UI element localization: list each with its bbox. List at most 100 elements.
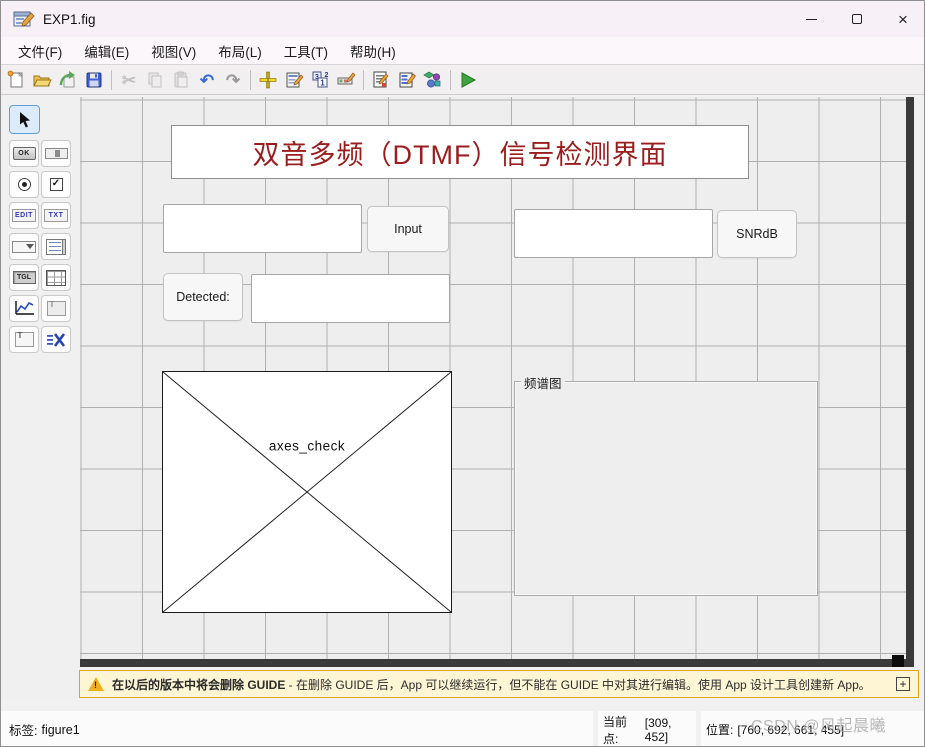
menu-layout[interactable]: 布局(L): [207, 37, 273, 65]
status-position-value: [760, 692, 661, 455]: [737, 723, 844, 737]
run-button[interactable]: [455, 68, 481, 92]
palette-check-box[interactable]: ✓: [41, 171, 71, 198]
redo-button: ↷: [220, 68, 246, 92]
status-tag-label: 标签:: [9, 720, 37, 739]
input-button[interactable]: Input: [367, 206, 449, 252]
toolbar-separator: [250, 70, 251, 90]
cursor-arrow-icon: [18, 111, 32, 128]
open-figure-button[interactable]: [29, 68, 55, 92]
property-inspector-icon: [397, 70, 417, 90]
redo-icon: ↷: [226, 72, 240, 89]
snrdb-button[interactable]: SNRdB: [717, 210, 797, 258]
menu-tools[interactable]: 工具(T): [273, 37, 339, 65]
detected-label[interactable]: Detected:: [163, 273, 243, 321]
close-button[interactable]: ×: [880, 1, 925, 37]
editor-button[interactable]: [368, 68, 394, 92]
palette-edit-text[interactable]: EDIT: [9, 202, 39, 229]
status-position-field: 位置: [760, 692, 661, 455]: [701, 711, 925, 747]
maximize-icon: [852, 14, 862, 24]
button-group-icon: T: [15, 332, 34, 347]
status-tag-field: 标签: figure1: [1, 711, 593, 747]
object-browser-icon: [423, 70, 443, 90]
close-icon: ×: [898, 11, 908, 28]
palette-push-button[interactable]: OK: [9, 140, 39, 167]
minimize-icon: [806, 19, 817, 20]
status-tag-value: figure1: [41, 723, 79, 737]
fig-file-icon: [13, 9, 35, 29]
align-objects-button[interactable]: [255, 68, 281, 92]
toolbar-editor-icon: [336, 70, 356, 90]
menu-help[interactable]: 帮助(H): [339, 37, 407, 65]
tab-order-editor-button[interactable]: 3 1 2: [307, 68, 333, 92]
title-bar: EXP1.fig ×: [1, 1, 925, 37]
check-box-icon: ✓: [50, 178, 63, 191]
export-icon: [58, 70, 78, 90]
maximize-button[interactable]: [834, 1, 880, 37]
snr-value-field[interactable]: [514, 209, 713, 258]
new-figure-button[interactable]: [3, 68, 29, 92]
toolbar-editor-button[interactable]: [333, 68, 359, 92]
axes-icon: [13, 300, 35, 317]
menu-view[interactable]: 视图(V): [140, 37, 207, 65]
menu-editor-button[interactable]: [281, 68, 307, 92]
slider-icon: [45, 148, 68, 159]
save-icon: [84, 70, 104, 90]
input-signal-field[interactable]: [163, 204, 362, 253]
banner-expand-button[interactable]: +: [896, 677, 910, 691]
export-button[interactable]: [55, 68, 81, 92]
palette-slider[interactable]: [41, 140, 71, 167]
spectrum-panel[interactable]: 频谱图: [514, 381, 818, 596]
palette-static-text[interactable]: TXT: [41, 202, 71, 229]
activex-icon: [46, 332, 66, 348]
palette-axes[interactable]: [9, 295, 39, 322]
property-inspector-button[interactable]: [394, 68, 420, 92]
object-browser-button[interactable]: [420, 68, 446, 92]
palette-radio-button[interactable]: [9, 171, 39, 198]
menu-edit[interactable]: 编辑(E): [73, 37, 140, 65]
menu-bar: 文件(F) 编辑(E) 视图(V) 布局(L) 工具(T) 帮助(H): [1, 37, 925, 65]
detected-result-field[interactable]: [251, 274, 450, 323]
toolbar-separator: [111, 70, 112, 90]
palette-table[interactable]: [41, 264, 71, 291]
menu-file[interactable]: 文件(F): [7, 37, 73, 65]
static-text-icon: TXT: [44, 209, 68, 222]
tab-order-editor-icon: 3 1 2: [310, 70, 330, 90]
popup-menu-icon: [12, 241, 36, 253]
align-objects-icon: [258, 70, 278, 90]
palette-panel[interactable]: T: [41, 295, 71, 322]
axes-check-placeholder[interactable]: axes_check: [162, 371, 452, 613]
run-icon: [458, 70, 478, 90]
new-figure-icon: [6, 70, 26, 90]
minimize-button[interactable]: [788, 1, 834, 37]
status-current-point-field: 当前点: [309, 452]: [598, 711, 696, 747]
figure-edge-right: [906, 97, 914, 667]
palette-toggle-button[interactable]: TGL: [9, 264, 39, 291]
palette-popup-menu[interactable]: [9, 233, 39, 260]
copy-button: [142, 68, 168, 92]
svg-text:1: 1: [320, 79, 325, 88]
palette-listbox[interactable]: [41, 233, 71, 260]
edit-text-icon: EDIT: [12, 209, 36, 222]
copy-icon: [146, 71, 164, 89]
window-title: EXP1.fig: [43, 12, 96, 27]
cut-icon: ✂: [122, 72, 136, 89]
banner-text: 在以后的版本中将会删除 GUIDE - 在删除 GUIDE 后，App 可以继续…: [112, 676, 871, 693]
dtmf-title-static-text[interactable]: 双音多频（DTMF）信号检测界面: [171, 125, 749, 179]
paste-button: [168, 68, 194, 92]
svg-text:2: 2: [325, 72, 329, 79]
editor-icon: [371, 70, 391, 90]
status-bar: 标签: figure1 当前点: [309, 452] 位置: [760, 69…: [1, 698, 925, 747]
axes-tag-label: axes_check: [266, 439, 348, 454]
palette-activex[interactable]: [41, 326, 71, 353]
figure-edge-bottom: [80, 659, 914, 667]
open-figure-icon: [32, 70, 52, 90]
toolbar: ✂ ↶ ↷: [1, 66, 925, 95]
guide-window: EXP1.fig × 文件(F) 编辑(E) 视图(V) 布局(L) 工具(T)…: [0, 0, 925, 747]
save-button[interactable]: [81, 68, 107, 92]
axes-diagonals: [163, 372, 451, 612]
figure-resize-handle[interactable]: [892, 655, 904, 667]
palette-button-group[interactable]: T: [9, 326, 39, 353]
undo-button[interactable]: ↶: [194, 68, 220, 92]
palette-select-tool[interactable]: [9, 105, 40, 134]
spectrum-panel-label: 频谱图: [521, 373, 565, 392]
